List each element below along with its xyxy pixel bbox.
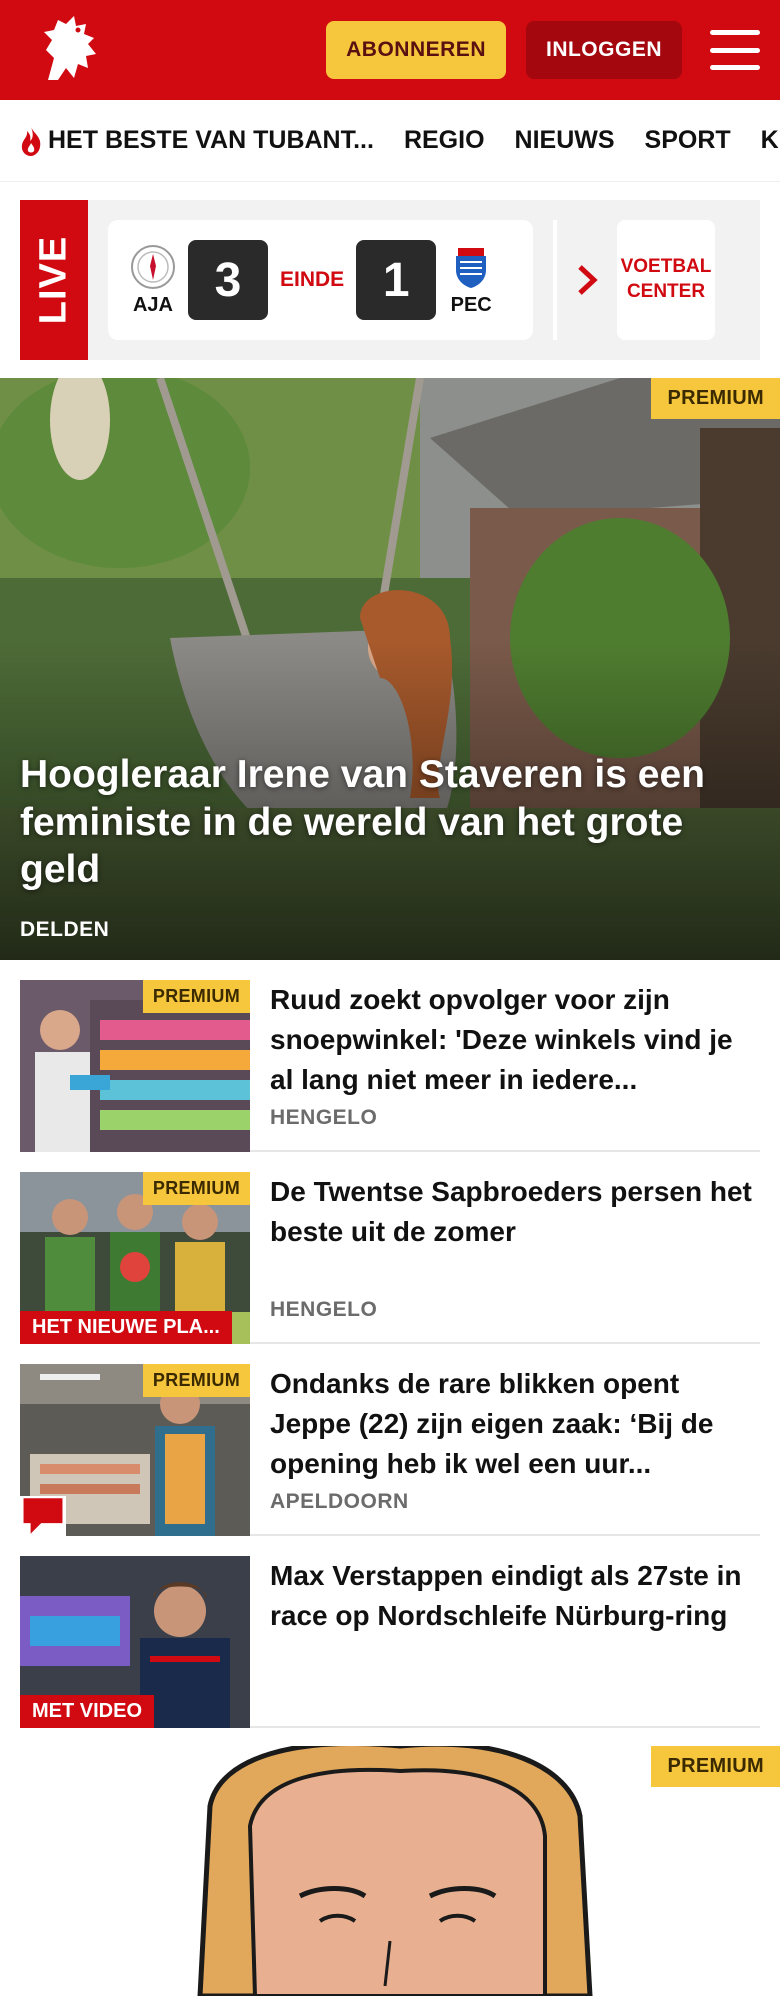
nav-item-sport[interactable]: SPORT xyxy=(645,126,731,155)
live-text: LIVE xyxy=(32,235,75,325)
match-status: EINDE xyxy=(280,268,345,291)
article-thumbnail: PREMIUM xyxy=(20,980,250,1152)
list-item[interactable]: PREMIUM Ondanks de rare blikken opent Je… xyxy=(20,1344,760,1536)
article-body: De Twentse Sapbroeders persen het beste … xyxy=(250,1172,760,1322)
live-score-bar: LIVE AJA 3 EINDE 1 PEC VOETBAL CENTER xyxy=(20,200,760,360)
nav-item-nieuws[interactable]: NIEUWS xyxy=(515,126,615,155)
series-ribbon: HET NIEUWE PLA... xyxy=(20,1311,232,1344)
article-location: HENGELO xyxy=(270,1106,378,1129)
promo-article[interactable]: PREMIUM xyxy=(0,1746,780,1996)
voetbal-center-link[interactable]: VOETBAL CENTER xyxy=(617,220,715,340)
nav-item-regio[interactable]: REGIO xyxy=(404,126,485,155)
article-title[interactable]: De Twentse Sapbroeders persen het beste … xyxy=(270,1172,760,1252)
article-body: Ondanks de rare blikken opent Jeppe (22)… xyxy=(250,1364,760,1514)
hamburger-menu-icon[interactable] xyxy=(710,30,760,70)
premium-badge: PREMIUM xyxy=(142,1172,250,1205)
comment-icon xyxy=(23,1498,63,1534)
away-team-abbr: PEC xyxy=(450,293,492,316)
article-location: HENGELO xyxy=(270,1298,378,1321)
next-match-button[interactable] xyxy=(557,264,617,296)
comment-icon[interactable] xyxy=(20,1496,66,1536)
section-nav: HET BESTE VAN TUBANT... REGIO NIEUWS SPO… xyxy=(0,100,780,182)
article-title[interactable]: Ondanks de rare blikken opent Jeppe (22)… xyxy=(270,1364,760,1483)
away-team: PEC xyxy=(446,244,496,317)
horse-logo-icon[interactable] xyxy=(30,10,110,90)
top-header: ABONNEREN INLOGGEN xyxy=(0,0,780,100)
premium-badge: PREMIUM xyxy=(142,1364,250,1397)
article-thumbnail: MET VIDEO xyxy=(20,1556,250,1728)
home-team: AJA xyxy=(128,244,178,317)
nav-item-best-of[interactable]: HET BESTE VAN TUBANT... xyxy=(18,125,374,157)
article-thumbnail: PREMIUM xyxy=(20,1364,250,1536)
article-title[interactable]: Max Verstappen eindigt als 27ste in race… xyxy=(270,1556,760,1636)
list-item[interactable]: MET VIDEO Max Verstappen eindigt als 27s… xyxy=(20,1536,760,1728)
away-score: 1 xyxy=(356,240,437,320)
chevron-right-icon xyxy=(578,265,598,295)
premium-badge: PREMIUM xyxy=(651,378,780,419)
match-card[interactable]: AJA 3 EINDE 1 PEC xyxy=(108,220,533,340)
list-item[interactable]: PREMIUM HET NIEUWE PLA... De Twentse Sap… xyxy=(20,1152,760,1344)
hero-location: DELDEN xyxy=(20,918,110,941)
list-item[interactable]: PREMIUM Ruud zoekt opvolger voor zijn sn… xyxy=(20,960,760,1152)
premium-badge: PREMIUM xyxy=(142,980,250,1013)
ajax-crest-icon xyxy=(131,244,175,289)
login-button[interactable]: INLOGGEN xyxy=(525,21,682,79)
video-ribbon: MET VIDEO xyxy=(20,1695,155,1728)
flame-icon xyxy=(21,126,41,156)
pec-crest-icon xyxy=(456,247,487,288)
article-body: Max Verstappen eindigt als 27ste in race… xyxy=(250,1556,760,1706)
subscribe-button[interactable]: ABONNEREN xyxy=(326,21,506,79)
live-label: LIVE xyxy=(20,200,88,360)
article-location: APELDOORN xyxy=(270,1490,409,1513)
article-title[interactable]: Ruud zoekt opvolger voor zijn snoepwinke… xyxy=(270,980,760,1099)
article-body: Ruud zoekt opvolger voor zijn snoepwinke… xyxy=(250,980,760,1130)
nav-label: HET BESTE VAN TUBANT... xyxy=(48,126,374,154)
hero-title[interactable]: Hoogleraar Irene van Staveren is een fem… xyxy=(20,751,750,894)
home-score: 3 xyxy=(188,240,268,320)
article-thumbnail: PREMIUM HET NIEUWE PLA... xyxy=(20,1172,250,1344)
home-team-abbr: AJA xyxy=(132,293,173,316)
nav-item-more[interactable]: K xyxy=(761,126,779,155)
premium-badge: PREMIUM xyxy=(651,1746,780,1787)
article-list: PREMIUM Ruud zoekt opvolger voor zijn sn… xyxy=(0,960,780,1728)
hero-article[interactable]: PREMIUM Hoogleraar Irene van Staveren is… xyxy=(0,378,780,960)
